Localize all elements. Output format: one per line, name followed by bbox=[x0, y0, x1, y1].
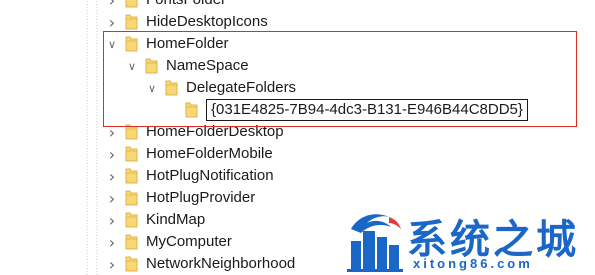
folder-icon bbox=[125, 255, 138, 273]
chevron-right-icon[interactable]: › bbox=[105, 165, 119, 187]
watermark-subtitle: xitong86.com bbox=[413, 256, 533, 271]
city-logo-icon bbox=[347, 214, 403, 272]
folder-icon bbox=[125, 145, 138, 163]
tree-item-networkneighborhood[interactable]: › NetworkNeighborhood bbox=[105, 253, 295, 275]
tree-item-label: HideDesktopIcons bbox=[146, 13, 268, 30]
chevron-right-icon[interactable]: › bbox=[105, 0, 119, 11]
chevron-right-icon[interactable]: › bbox=[105, 187, 119, 209]
folder-icon bbox=[125, 0, 138, 9]
folder-icon bbox=[125, 233, 138, 251]
tree-item-kindmap[interactable]: › KindMap bbox=[105, 209, 205, 231]
tree-item-label: HomeFolderMobile bbox=[146, 145, 273, 162]
chevron-right-icon[interactable]: › bbox=[105, 143, 119, 165]
tree-item-label: NetworkNeighborhood bbox=[146, 255, 296, 272]
tree-item-mycomputer[interactable]: › MyComputer bbox=[105, 231, 232, 253]
folder-icon bbox=[125, 189, 138, 207]
watermark: 系统之城 xitong86.com bbox=[343, 203, 591, 273]
tree-item-label: MyComputer bbox=[146, 233, 232, 250]
tree-item-label: HotPlugProvider bbox=[146, 189, 256, 206]
tree-item-label: HotPlugNotification bbox=[146, 167, 274, 184]
tree-item-hotplugprovider[interactable]: › HotPlugProvider bbox=[105, 187, 255, 209]
tree-item-label: KindMap bbox=[146, 211, 206, 228]
folder-icon bbox=[125, 167, 138, 185]
tree-item-homefoldermobile[interactable]: › HomeFolderMobile bbox=[105, 143, 273, 165]
chevron-right-icon[interactable]: › bbox=[105, 231, 119, 253]
highlight-box bbox=[103, 31, 577, 127]
folder-icon bbox=[125, 13, 138, 31]
tree-item-hotplugnotification[interactable]: › HotPlugNotification bbox=[105, 165, 274, 187]
folder-icon bbox=[125, 211, 138, 229]
tree-item-fontsfolder[interactable]: › FontsFolder bbox=[105, 0, 226, 11]
chevron-right-icon[interactable]: › bbox=[105, 253, 119, 275]
tree-item-hidedesktopicons[interactable]: › HideDesktopIcons bbox=[105, 11, 268, 33]
tree-item-label: FontsFolder bbox=[146, 0, 226, 11]
chevron-right-icon[interactable]: › bbox=[105, 11, 119, 33]
chevron-right-icon[interactable]: › bbox=[105, 209, 119, 231]
